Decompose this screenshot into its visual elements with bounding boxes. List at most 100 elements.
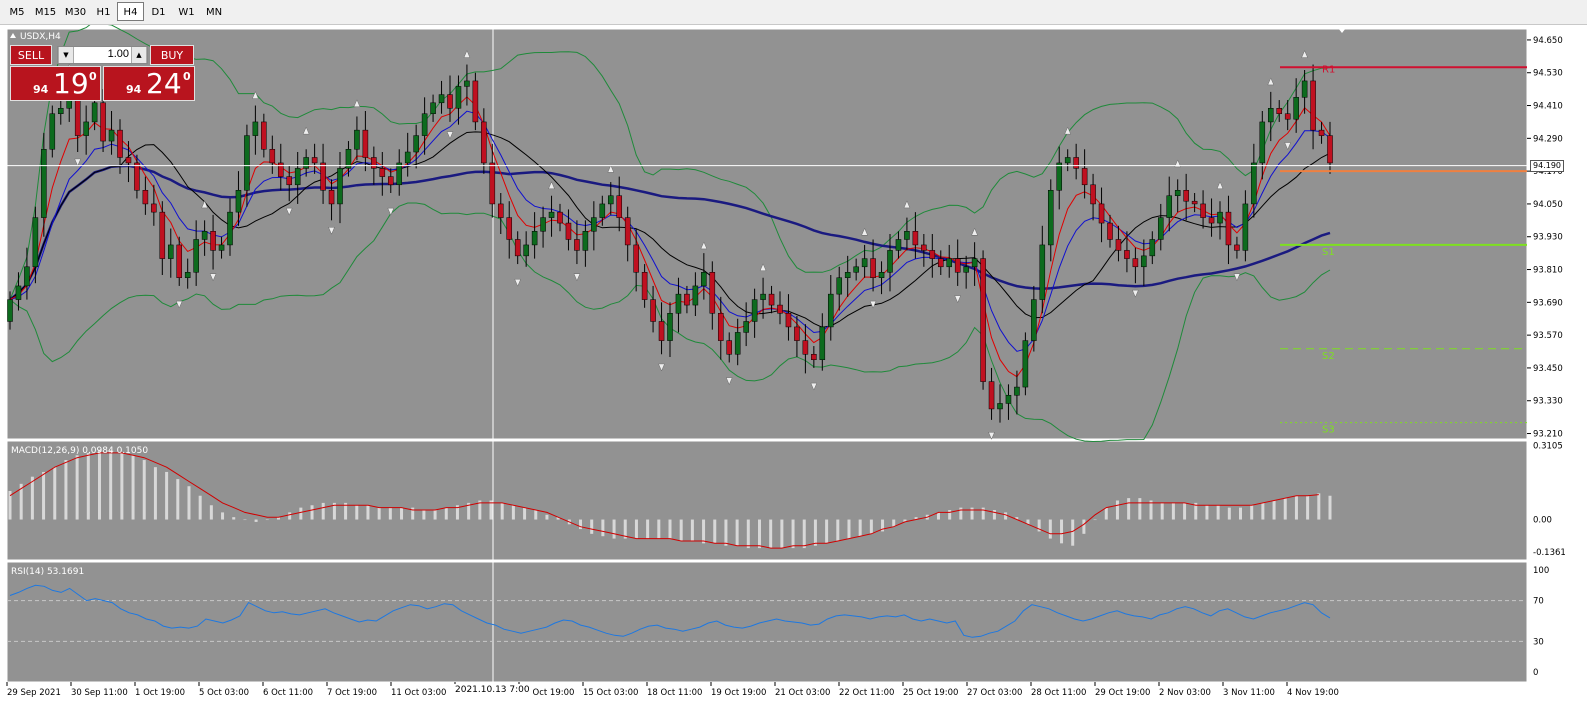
- candle-body: [811, 354, 817, 360]
- rsi-axis-label: 100: [1533, 566, 1549, 576]
- candle-body: [210, 231, 216, 251]
- candle-body: [497, 203, 504, 218]
- macd-histogram-bar: [209, 505, 213, 520]
- timeframe-m5-button[interactable]: M5: [3, 2, 31, 21]
- buy-price-box[interactable]: 94 24 0: [103, 66, 195, 101]
- crosshair-date-label: 2021.10.13 7:00: [452, 684, 533, 696]
- candle-body: [878, 272, 885, 278]
- candle-body: [1031, 299, 1037, 341]
- candle-body: [1276, 108, 1283, 114]
- candle-body: [362, 129, 369, 158]
- macd-histogram-bar: [724, 519, 728, 546]
- candle-body: [489, 162, 496, 205]
- candle-body: [726, 340, 733, 355]
- candle-body: [7, 299, 13, 322]
- candle-body: [1242, 203, 1249, 251]
- macd-histogram-bar: [959, 507, 963, 520]
- macd-histogram-bar: [858, 519, 862, 537]
- candle-body: [641, 272, 648, 300]
- candle-body: [1005, 395, 1012, 404]
- price-chart[interactable]: 94.65094.53094.41094.29094.17094.05093.9…: [0, 25, 1587, 711]
- candle-body: [997, 403, 1003, 410]
- macd-histogram-bar: [713, 519, 717, 544]
- macd-histogram-bar: [791, 519, 795, 549]
- macd-histogram-bar: [388, 507, 392, 520]
- time-axis-label: 11 Oct 03:00: [391, 688, 446, 698]
- current-price-label: 94.190: [1530, 160, 1564, 172]
- time-axis-label: 22 Oct 11:00: [839, 688, 894, 698]
- macd-pane: [6, 440, 1528, 561]
- macd-histogram-bar: [1328, 495, 1332, 520]
- rsi-pane: [6, 561, 1528, 683]
- candle-body: [41, 149, 47, 218]
- price-axis-label: 94.650: [1533, 36, 1563, 46]
- macd-histogram-bar: [1127, 498, 1131, 520]
- time-axis-label: 28 Oct 11:00: [1031, 688, 1086, 698]
- candle-body: [751, 299, 758, 322]
- candle-body: [117, 129, 123, 158]
- candle-body: [658, 321, 665, 341]
- macd-histogram-bar: [1115, 500, 1119, 520]
- lot-decrease-button[interactable]: ▼: [58, 47, 74, 63]
- time-axis-label: 2 Nov 03:00: [1159, 688, 1211, 698]
- macd-histogram-bar: [165, 471, 169, 520]
- macd-histogram-bar: [366, 505, 370, 520]
- macd-histogram-bar: [825, 519, 829, 544]
- timeframe-d1-button[interactable]: D1: [145, 2, 172, 21]
- price-axis-label: 93.210: [1533, 430, 1563, 440]
- timeframe-h4-button[interactable]: H4: [117, 2, 144, 21]
- lot-increase-button[interactable]: ▲: [131, 47, 147, 63]
- candle-body: [311, 157, 318, 164]
- lot-size-input[interactable]: ▼ 1.00 ▲: [57, 46, 148, 64]
- candle-body: [1293, 97, 1299, 120]
- macd-histogram-bar: [1205, 505, 1209, 520]
- macd-histogram-bar: [42, 471, 46, 520]
- time-axis-label: 4 Nov 19:00: [1287, 688, 1339, 698]
- timeframe-m30-button[interactable]: M30: [61, 2, 90, 21]
- candle-body: [159, 211, 166, 259]
- candle-body: [675, 293, 682, 314]
- macd-histogram-bar: [176, 479, 180, 520]
- candle-body: [887, 250, 893, 273]
- macd-histogram-bar: [523, 507, 527, 520]
- candle-body: [252, 121, 259, 136]
- candle-body: [49, 113, 56, 150]
- candle-body: [151, 203, 157, 213]
- candle-body: [827, 293, 834, 328]
- level-label-r1: R1: [1322, 64, 1335, 75]
- macd-histogram-bar: [936, 512, 940, 520]
- candle-body: [531, 231, 538, 246]
- candle-body: [684, 293, 690, 306]
- candle-body: [134, 162, 140, 191]
- timeframe-mn-button[interactable]: MN: [201, 2, 227, 21]
- macd-histogram-bar: [668, 519, 672, 539]
- timeframe-w1-button[interactable]: W1: [173, 2, 200, 21]
- price-axis-label: 93.450: [1533, 364, 1563, 374]
- candle-body: [1132, 258, 1139, 268]
- macd-histogram-bar: [690, 519, 694, 541]
- candle-body: [1301, 80, 1308, 98]
- candle-body: [100, 102, 106, 142]
- time-axis-label: 15 Oct 03:00: [583, 688, 638, 698]
- macd-histogram-bar: [265, 519, 269, 521]
- candle-body: [819, 326, 826, 360]
- timeframe-h1-button[interactable]: H1: [91, 2, 116, 21]
- sell-button[interactable]: SELL: [10, 45, 52, 65]
- macd-histogram-bar: [131, 455, 135, 520]
- buy-button[interactable]: BUY: [150, 45, 194, 65]
- candle-body: [540, 217, 546, 232]
- candle-body: [506, 217, 513, 240]
- candle-body: [447, 94, 453, 109]
- sell-price-box[interactable]: 94 19 0: [10, 66, 101, 101]
- price-axis-label: 94.530: [1533, 69, 1563, 79]
- macd-histogram-bar: [1093, 519, 1097, 521]
- candle-body: [472, 80, 479, 123]
- candle-body: [667, 313, 673, 341]
- macd-histogram-bar: [299, 507, 303, 520]
- macd-histogram-bar: [232, 517, 236, 520]
- timeframe-m15-button[interactable]: M15: [31, 2, 60, 21]
- time-axis-label: 29 Oct 19:00: [1095, 688, 1150, 698]
- candle-body: [904, 231, 910, 240]
- macd-histogram-bar: [30, 476, 34, 520]
- candle-body: [861, 258, 868, 268]
